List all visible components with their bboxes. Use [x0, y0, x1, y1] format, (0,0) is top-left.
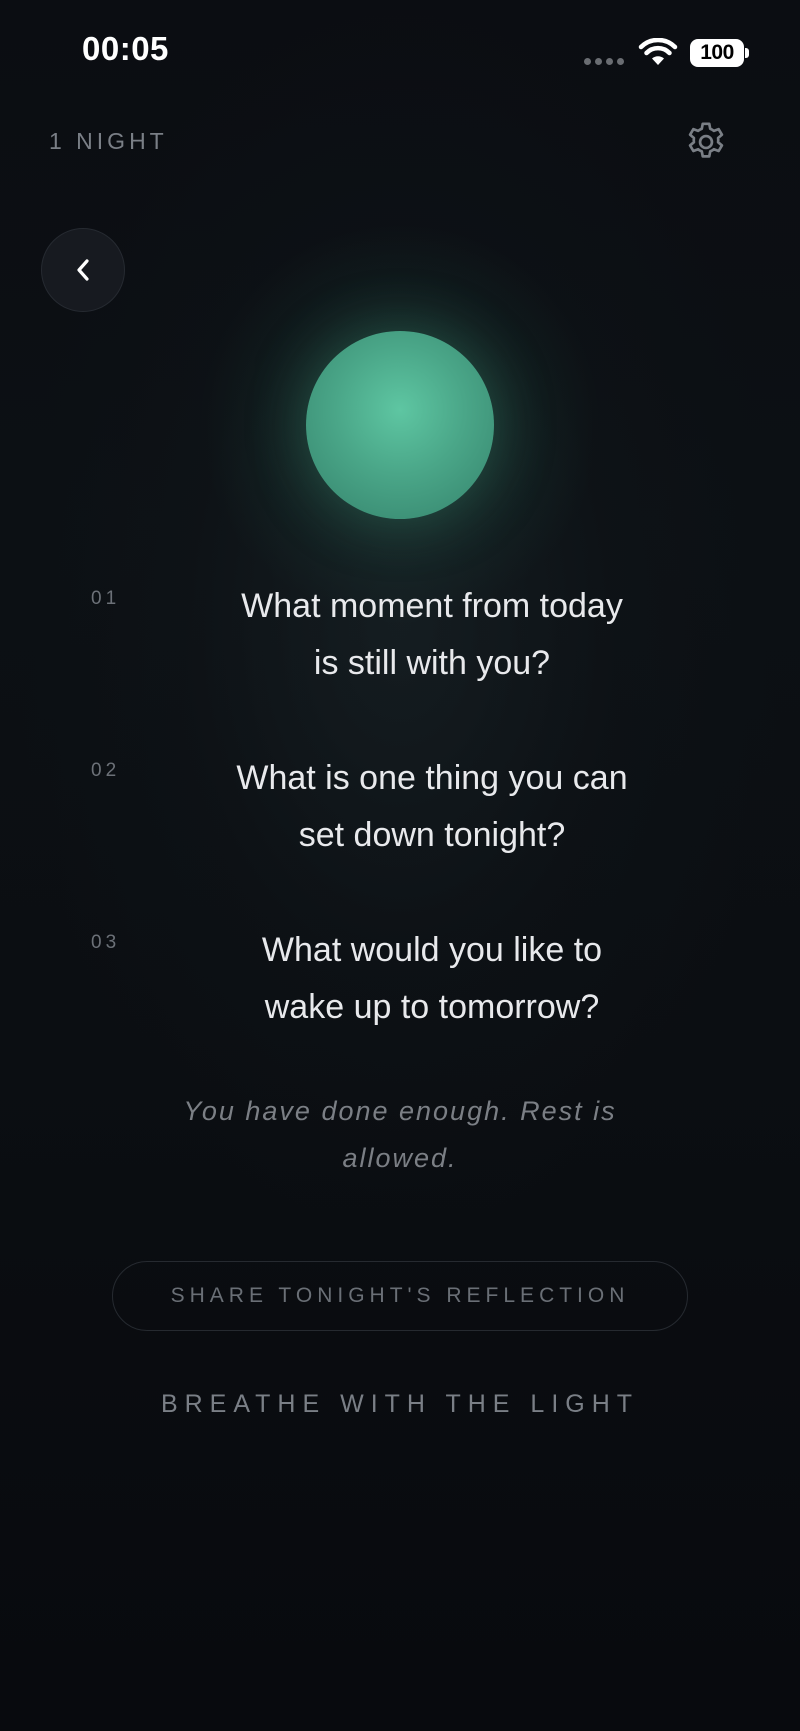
prompt-line: wake up to tomorrow?: [264, 988, 600, 1026]
prompt-text: What moment from today is still with you…: [190, 578, 674, 692]
battery-indicator: 100: [690, 39, 744, 67]
back-button[interactable]: [41, 228, 125, 312]
affirmation-line: You have done enough. Rest is: [183, 1096, 617, 1126]
prompt-text: What would you like to wake up to tomorr…: [190, 922, 674, 1036]
prompt-line: What moment from today: [241, 587, 623, 625]
breathe-with-light-link[interactable]: BREATHE WITH THE LIGHT: [0, 1390, 800, 1419]
prompt-number: 02: [91, 760, 121, 781]
nights-count-label: 1 NIGHT: [49, 128, 168, 154]
prompt-text: What is one thing you can set down tonig…: [190, 750, 674, 864]
settings-button[interactable]: [680, 116, 732, 168]
prompt-number: 01: [91, 588, 121, 609]
gear-icon: [688, 122, 724, 158]
prompt-number: 03: [91, 932, 121, 953]
wifi-icon: [638, 38, 678, 65]
chevron-left-icon: [77, 259, 89, 281]
night-reflection-screen: 00:05 100 1 NIGHT 01 What moment from to…: [0, 0, 800, 1731]
breathing-orb: [306, 331, 494, 519]
prompt-line: What is one thing you can: [236, 759, 628, 797]
affirmation-text: You have done enough. Rest is allowed.: [150, 1088, 650, 1182]
signal-dots-icon: [584, 58, 624, 65]
affirmation-line: allowed.: [342, 1143, 458, 1173]
prompt-line: set down tonight?: [298, 816, 566, 854]
prompt-line: What would you like to: [261, 931, 603, 969]
share-reflection-button[interactable]: SHARE TONIGHT'S REFLECTION: [112, 1261, 688, 1331]
status-time: 00:05: [82, 30, 169, 67]
battery-cap: [745, 48, 749, 58]
prompt-line: is still with you?: [313, 644, 551, 682]
